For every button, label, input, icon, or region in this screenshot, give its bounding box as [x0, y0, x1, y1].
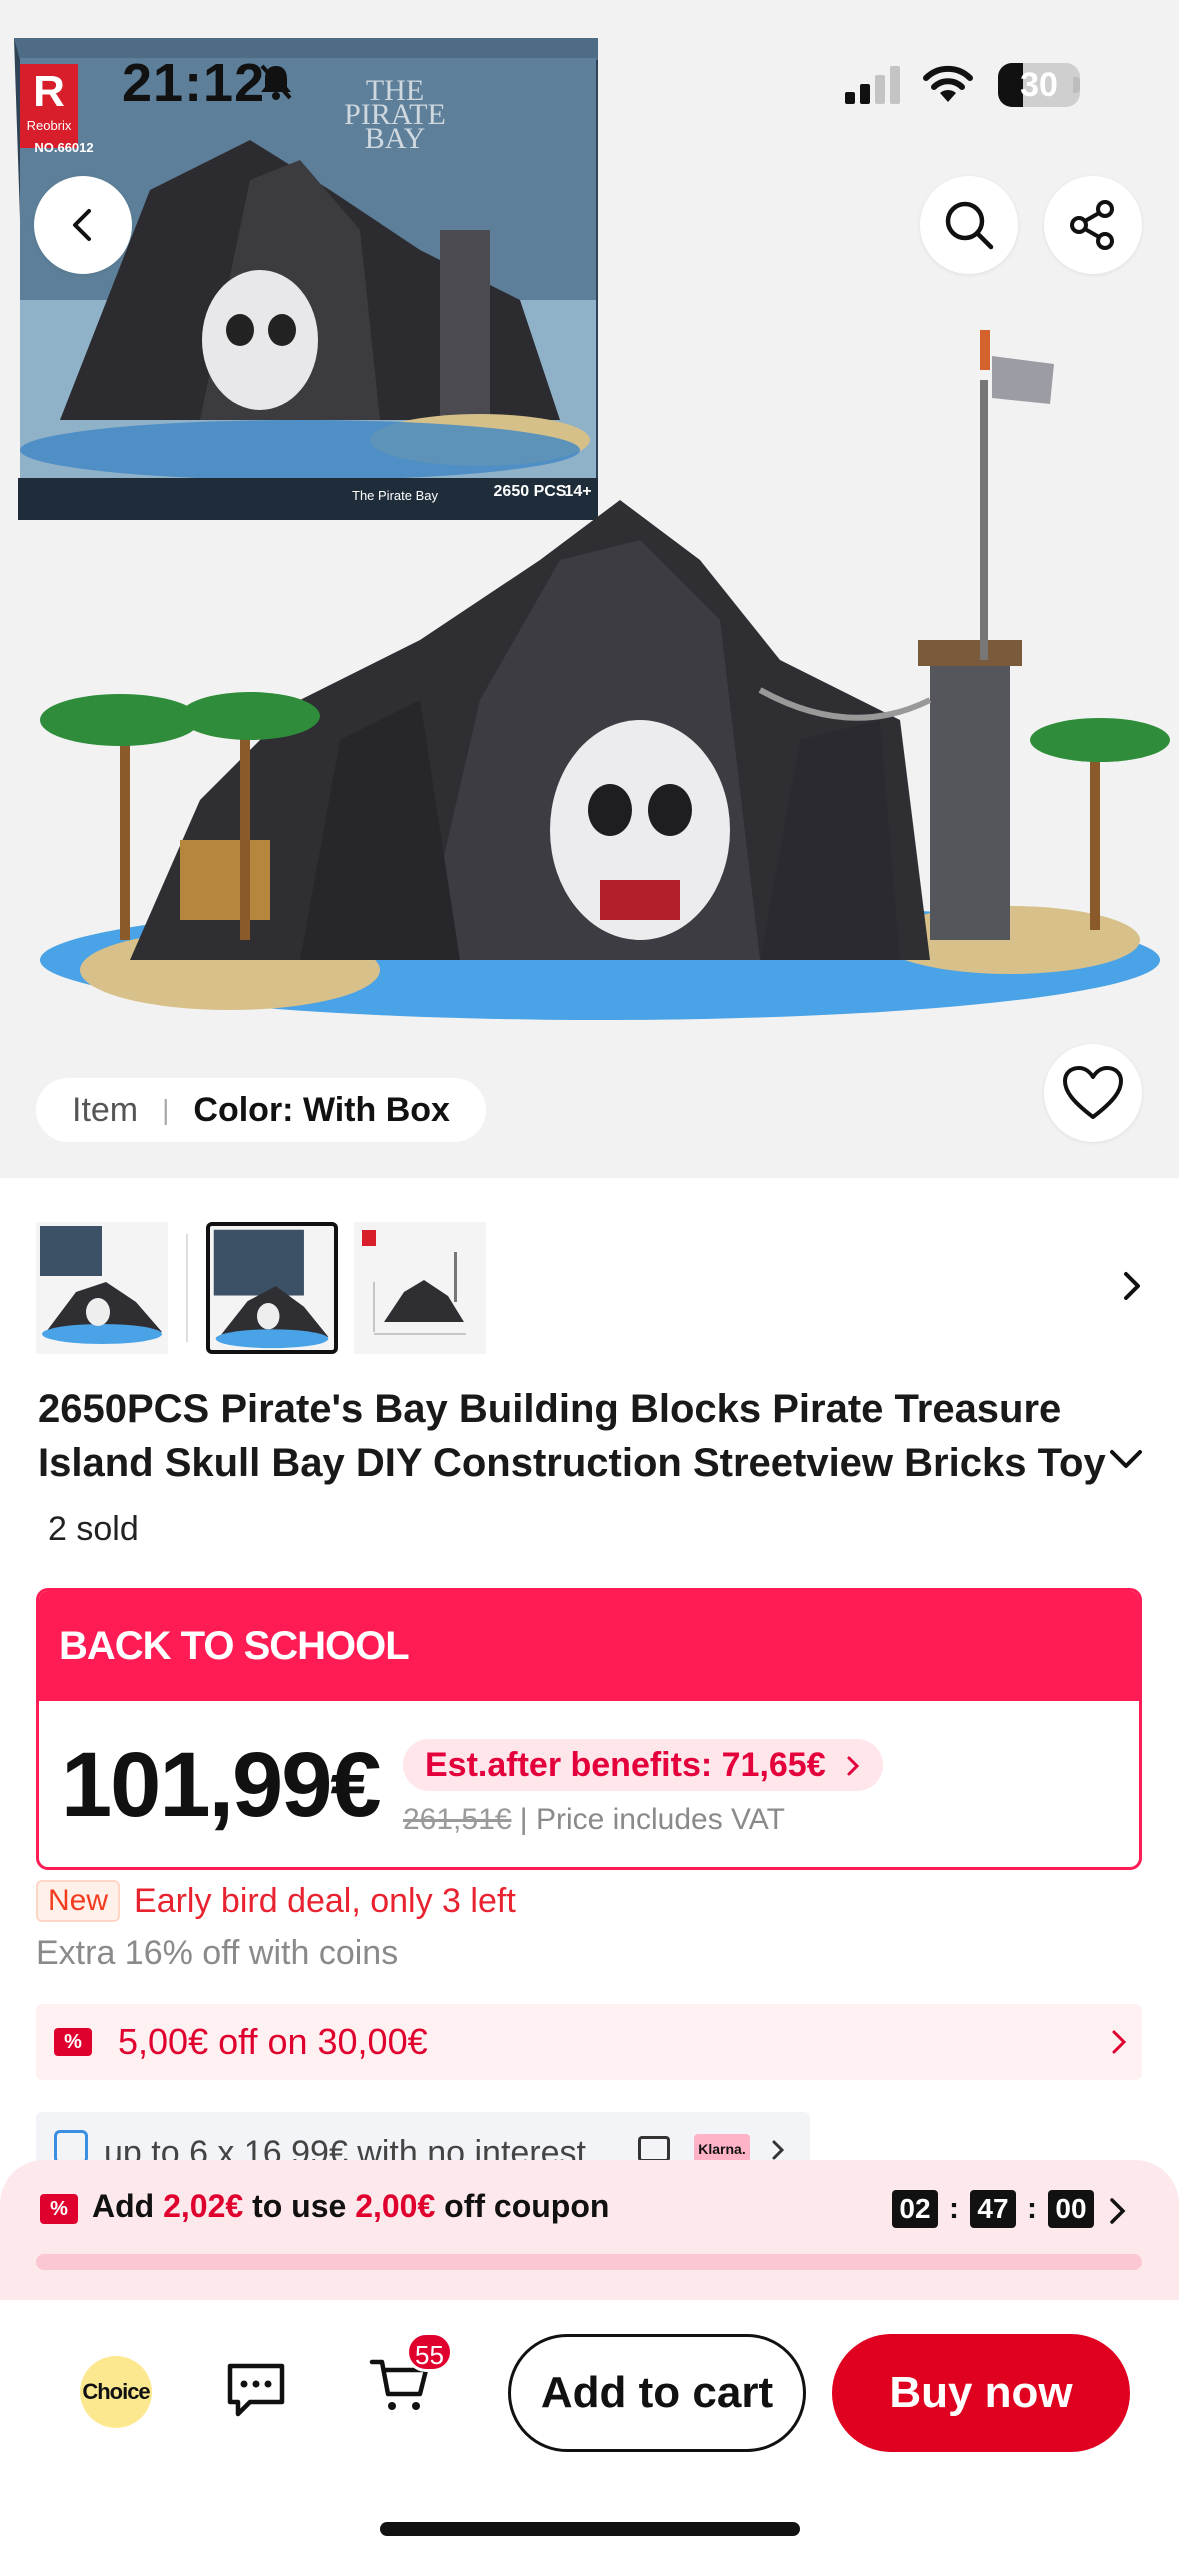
early-bird-text: Early bird deal, only 3 left	[134, 1881, 516, 1920]
chevron-right-icon	[847, 1756, 860, 1776]
thumbnail-3[interactable]	[354, 1222, 486, 1354]
vat-separator: |	[519, 1803, 536, 1836]
wifi-icon	[923, 65, 973, 102]
heart-icon	[1063, 1066, 1123, 1119]
variant-label: Item	[72, 1090, 139, 1129]
coupon-threshold-message: Add 2,02€ to use 2,00€ off coupon	[92, 2188, 609, 2225]
status-time: 21:12	[122, 53, 266, 113]
add-to-cart-button[interactable]: Add to cart	[508, 2334, 806, 2452]
coupon-progress-bar	[36, 2254, 1142, 2270]
calendar-icon	[54, 2130, 88, 2164]
est-after-benefits-text: Est.after benefits: 71,65€	[425, 1746, 826, 1784]
search-button[interactable]	[920, 176, 1018, 274]
msg-prefix: Add	[92, 2188, 164, 2224]
share-icon	[1070, 200, 1114, 250]
buy-now-button[interactable]: Buy now	[832, 2334, 1130, 2452]
product-title[interactable]: 2650PCS Pirate's Bay Building Blocks Pir…	[38, 1382, 1108, 1490]
timer-colon: :	[1027, 2192, 1037, 2225]
thumbnail-2-selected[interactable]	[206, 1222, 338, 1354]
box-set-name: The Pirate Bay	[352, 488, 438, 503]
chevron-right-icon	[772, 2140, 785, 2160]
est-after-benefits[interactable]: Est.after benefits: 71,65€	[403, 1739, 884, 1791]
cellular-signal-icon	[845, 66, 900, 104]
original-price-row: 261,51€ | Price includes VAT	[403, 1803, 785, 1837]
msg-suffix: off coupon	[435, 2188, 610, 2224]
timer-colon: :	[949, 2192, 959, 2225]
timer-hours: 02	[892, 2190, 938, 2228]
coupon-text: 5,00€ off on 30,00€	[118, 2021, 428, 2062]
box-age: 14+	[564, 483, 591, 500]
thumbnail-1[interactable]	[36, 1222, 168, 1354]
current-price: 101,99€	[61, 1734, 382, 1836]
timer-seconds: 00	[1048, 2190, 1094, 2228]
variant-separator: |	[162, 1094, 170, 1125]
new-badge: New	[36, 1880, 121, 1922]
vat-note: Price includes VAT	[535, 1803, 785, 1836]
battery-tip	[1073, 77, 1080, 93]
thumbnail-1-image	[40, 1226, 162, 1344]
expand-title-icon[interactable]	[1106, 1446, 1146, 1474]
store-coupon-row[interactable]: % 5,00€ off on 30,00€	[36, 2004, 1142, 2080]
card-icon	[638, 2136, 670, 2162]
product-title-line-1: 2650PCS Pirate's Bay Building Blocks Pir…	[38, 1387, 1062, 1431]
timer-minutes: 47	[970, 2190, 1016, 2228]
thumbnail-3-image	[362, 1230, 466, 1335]
cart-button[interactable]: 55	[368, 2332, 453, 2421]
msg-middle: to use	[243, 2188, 356, 2224]
product-image-gallery[interactable]: R Reobrix NO.66012 THE PIRATE BAY The Pi…	[0, 0, 1179, 1178]
chat-icon[interactable]	[224, 2358, 288, 2422]
variant-value: Color: With Box	[193, 1090, 450, 1129]
bottom-action-bar: Choice 55 Add to cart Buy now	[0, 2300, 1179, 2556]
early-bird-deal: New Early bird deal, only 3 left	[36, 1880, 516, 1922]
product-image: R Reobrix NO.66012 THE PIRATE BAY The Pi…	[14, 38, 1170, 1020]
silent-mode-icon	[260, 64, 292, 100]
back-button[interactable]	[34, 176, 132, 274]
choice-badge[interactable]: Choice	[80, 2356, 152, 2428]
status-bar: 21:12 30	[0, 0, 1179, 170]
thumbnail-strip	[36, 1222, 1146, 1354]
sold-count: 2 sold	[48, 1510, 139, 1548]
coins-discount: Extra 16% off with coins	[36, 1934, 399, 1972]
promo-banner: BACK TO SCHOOL	[39, 1591, 1139, 1701]
countdown-timer: 02 : 47 : 00	[892, 2190, 1094, 2228]
msg-amount: 2,02€	[163, 2188, 244, 2224]
search-icon	[945, 201, 994, 250]
thumbnail-2-image	[213, 1229, 329, 1349]
share-button[interactable]	[1044, 176, 1142, 274]
chevron-left-icon	[73, 209, 91, 241]
wishlist-button[interactable]	[1044, 1044, 1142, 1142]
box-pieces: 2650 PCS	[494, 483, 567, 500]
product-title-line-2: Island Skull Bay DIY Construction Street…	[38, 1441, 1106, 1485]
thumbnail-next-icon[interactable]	[1120, 1266, 1146, 1306]
cart-count-badge: 55	[406, 2332, 453, 2372]
home-indicator	[380, 2522, 800, 2536]
battery-icon: 30	[998, 63, 1080, 107]
coupon-icon: %	[40, 2194, 78, 2224]
coupon-icon: %	[54, 2028, 92, 2056]
thumbnail-divider	[186, 1234, 188, 1342]
battery-level: 30	[1020, 66, 1058, 104]
coupon-countdown-sheet[interactable]: % Add 2,02€ to use 2,00€ off coupon 02 :…	[0, 2160, 1179, 2300]
variant-pill[interactable]: Item | Color: With Box	[36, 1078, 486, 1142]
promo-price-card: BACK TO SCHOOL 101,99€ Est.after benefit…	[36, 1588, 1142, 1870]
chevron-right-icon	[1112, 2030, 1127, 2054]
msg-coupon-amount: 2,00€	[355, 2188, 436, 2224]
original-price: 261,51€	[403, 1803, 512, 1836]
chevron-right-icon	[1110, 2198, 1126, 2224]
